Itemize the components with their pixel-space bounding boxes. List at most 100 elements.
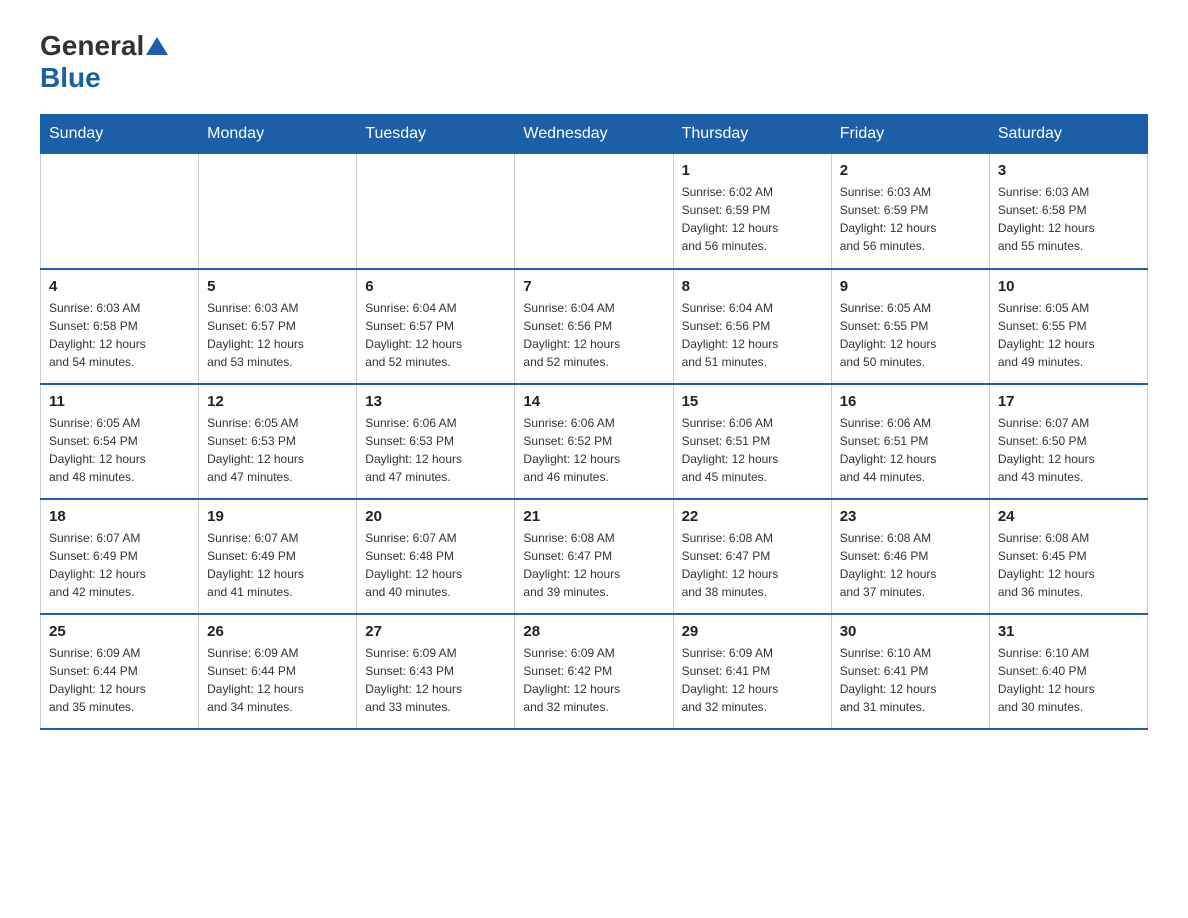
calendar-cell: 31 Sunrise: 6:10 AM Sunset: 6:40 PM Dayli…	[989, 614, 1147, 729]
calendar-cell: 19Sunrise: 6:07 AM Sunset: 6:49 PM Dayli…	[199, 499, 357, 614]
calendar-cell: 14Sunrise: 6:06 AM Sunset: 6:52 PM Dayli…	[515, 384, 673, 499]
day-number: 31	[998, 623, 1139, 640]
calendar-cell: 16 Sunrise: 6:06 AM Sunset: 6:51 PM Dayli…	[831, 384, 989, 499]
calendar-table: SundayMondayTuesdayWednesdayThursdayFrid…	[40, 114, 1148, 730]
day-number: 27	[365, 623, 506, 640]
day-info: Sunrise: 6:06 AM Sunset: 6:51 PM Dayligh…	[840, 414, 981, 486]
calendar-cell: 17Sunrise: 6:07 AM Sunset: 6:50 PM Dayli…	[989, 384, 1147, 499]
day-number: 4	[49, 278, 190, 295]
calendar-cell: 5 Sunrise: 6:03 AM Sunset: 6:57 PM Daylig…	[199, 269, 357, 384]
calendar-cell: 27 Sunrise: 6:09 AM Sunset: 6:43 PM Dayli…	[357, 614, 515, 729]
calendar-cell: 22Sunrise: 6:08 AM Sunset: 6:47 PM Dayli…	[673, 499, 831, 614]
day-info: Sunrise: 6:10 AM Sunset: 6:41 PM Dayligh…	[840, 644, 981, 716]
day-info: Sunrise: 6:08 AM Sunset: 6:45 PM Dayligh…	[998, 529, 1139, 601]
day-info: Sunrise: 6:09 AM Sunset: 6:44 PM Dayligh…	[207, 644, 348, 716]
day-number: 17	[998, 393, 1139, 410]
calendar-cell: 18 Sunrise: 6:07 AM Sunset: 6:49 PM Dayli…	[41, 499, 199, 614]
day-number: 20	[365, 508, 506, 525]
calendar-cell: 30 Sunrise: 6:10 AM Sunset: 6:41 PM Dayli…	[831, 614, 989, 729]
day-number: 13	[365, 393, 506, 410]
day-number: 9	[840, 278, 981, 295]
day-info: Sunrise: 6:08 AM Sunset: 6:47 PM Dayligh…	[523, 529, 664, 601]
calendar-day-header: Tuesday	[357, 115, 515, 154]
calendar-day-header: Monday	[199, 115, 357, 154]
day-info: Sunrise: 6:03 AM Sunset: 6:58 PM Dayligh…	[998, 183, 1139, 255]
day-info: Sunrise: 6:07 AM Sunset: 6:49 PM Dayligh…	[49, 529, 190, 601]
day-number: 8	[682, 278, 823, 295]
day-number: 14	[523, 393, 664, 410]
calendar-cell: 15 Sunrise: 6:06 AM Sunset: 6:51 PM Dayli…	[673, 384, 831, 499]
day-info: Sunrise: 6:08 AM Sunset: 6:46 PM Dayligh…	[840, 529, 981, 601]
calendar-cell: 7Sunrise: 6:04 AM Sunset: 6:56 PM Daylig…	[515, 269, 673, 384]
day-number: 5	[207, 278, 348, 295]
day-number: 26	[207, 623, 348, 640]
calendar-week-row: 18 Sunrise: 6:07 AM Sunset: 6:49 PM Dayli…	[41, 499, 1148, 614]
day-info: Sunrise: 6:03 AM Sunset: 6:57 PM Dayligh…	[207, 299, 348, 371]
calendar-cell	[199, 154, 357, 269]
calendar-cell: 21 Sunrise: 6:08 AM Sunset: 6:47 PM Dayli…	[515, 499, 673, 614]
logo-blue-text: Blue	[40, 62, 101, 93]
day-info: Sunrise: 6:02 AM Sunset: 6:59 PM Dayligh…	[682, 183, 823, 255]
calendar-day-header: Wednesday	[515, 115, 673, 154]
day-number: 24	[998, 508, 1139, 525]
calendar-day-header: Thursday	[673, 115, 831, 154]
calendar-cell: 12Sunrise: 6:05 AM Sunset: 6:53 PM Dayli…	[199, 384, 357, 499]
day-info: Sunrise: 6:05 AM Sunset: 6:55 PM Dayligh…	[998, 299, 1139, 371]
calendar-cell: 20Sunrise: 6:07 AM Sunset: 6:48 PM Dayli…	[357, 499, 515, 614]
day-info: Sunrise: 6:03 AM Sunset: 6:58 PM Dayligh…	[49, 299, 190, 371]
calendar-cell: 23 Sunrise: 6:08 AM Sunset: 6:46 PM Dayli…	[831, 499, 989, 614]
day-number: 7	[523, 278, 664, 295]
calendar-cell: 13 Sunrise: 6:06 AM Sunset: 6:53 PM Dayli…	[357, 384, 515, 499]
calendar-cell: 4 Sunrise: 6:03 AM Sunset: 6:58 PM Daylig…	[41, 269, 199, 384]
day-number: 2	[840, 162, 981, 179]
day-number: 12	[207, 393, 348, 410]
calendar-cell: 3 Sunrise: 6:03 AM Sunset: 6:58 PM Daylig…	[989, 154, 1147, 269]
day-number: 10	[998, 278, 1139, 295]
day-number: 25	[49, 623, 190, 640]
day-info: Sunrise: 6:09 AM Sunset: 6:41 PM Dayligh…	[682, 644, 823, 716]
calendar-cell: 8 Sunrise: 6:04 AM Sunset: 6:56 PM Daylig…	[673, 269, 831, 384]
calendar-day-header: Sunday	[41, 115, 199, 154]
calendar-cell: 29 Sunrise: 6:09 AM Sunset: 6:41 PM Dayli…	[673, 614, 831, 729]
day-info: Sunrise: 6:06 AM Sunset: 6:53 PM Dayligh…	[365, 414, 506, 486]
calendar-day-header: Friday	[831, 115, 989, 154]
day-number: 23	[840, 508, 981, 525]
day-number: 21	[523, 508, 664, 525]
logo-triangle-icon	[146, 37, 168, 55]
calendar-cell: 24 Sunrise: 6:08 AM Sunset: 6:45 PM Dayli…	[989, 499, 1147, 614]
day-number: 6	[365, 278, 506, 295]
day-number: 15	[682, 393, 823, 410]
calendar-week-row: 4 Sunrise: 6:03 AM Sunset: 6:58 PM Daylig…	[41, 269, 1148, 384]
day-number: 29	[682, 623, 823, 640]
calendar-cell: 11 Sunrise: 6:05 AM Sunset: 6:54 PM Dayli…	[41, 384, 199, 499]
day-number: 19	[207, 508, 348, 525]
day-number: 30	[840, 623, 981, 640]
calendar-week-row: 1 Sunrise: 6:02 AM Sunset: 6:59 PM Daylig…	[41, 154, 1148, 269]
calendar-cell	[357, 154, 515, 269]
day-info: Sunrise: 6:05 AM Sunset: 6:55 PM Dayligh…	[840, 299, 981, 371]
calendar-cell: 25 Sunrise: 6:09 AM Sunset: 6:44 PM Dayli…	[41, 614, 199, 729]
day-number: 22	[682, 508, 823, 525]
day-number: 16	[840, 393, 981, 410]
day-info: Sunrise: 6:05 AM Sunset: 6:54 PM Dayligh…	[49, 414, 190, 486]
day-number: 3	[998, 162, 1139, 179]
calendar-day-header: Saturday	[989, 115, 1147, 154]
day-info: Sunrise: 6:06 AM Sunset: 6:51 PM Dayligh…	[682, 414, 823, 486]
day-info: Sunrise: 6:04 AM Sunset: 6:56 PM Dayligh…	[682, 299, 823, 371]
calendar-cell	[515, 154, 673, 269]
day-info: Sunrise: 6:09 AM Sunset: 6:43 PM Dayligh…	[365, 644, 506, 716]
calendar-cell: 9 Sunrise: 6:05 AM Sunset: 6:55 PM Daylig…	[831, 269, 989, 384]
day-number: 1	[682, 162, 823, 179]
day-info: Sunrise: 6:09 AM Sunset: 6:42 PM Dayligh…	[523, 644, 664, 716]
calendar-cell: 2Sunrise: 6:03 AM Sunset: 6:59 PM Daylig…	[831, 154, 989, 269]
calendar-cell: 1 Sunrise: 6:02 AM Sunset: 6:59 PM Daylig…	[673, 154, 831, 269]
day-info: Sunrise: 6:09 AM Sunset: 6:44 PM Dayligh…	[49, 644, 190, 716]
day-number: 18	[49, 508, 190, 525]
page-header: General Blue	[40, 30, 1148, 94]
day-number: 11	[49, 393, 190, 410]
day-info: Sunrise: 6:10 AM Sunset: 6:40 PM Dayligh…	[998, 644, 1139, 716]
logo: General Blue	[40, 30, 170, 94]
calendar-cell: 6Sunrise: 6:04 AM Sunset: 6:57 PM Daylig…	[357, 269, 515, 384]
calendar-header-row: SundayMondayTuesdayWednesdayThursdayFrid…	[41, 115, 1148, 154]
calendar-cell: 10 Sunrise: 6:05 AM Sunset: 6:55 PM Dayli…	[989, 269, 1147, 384]
